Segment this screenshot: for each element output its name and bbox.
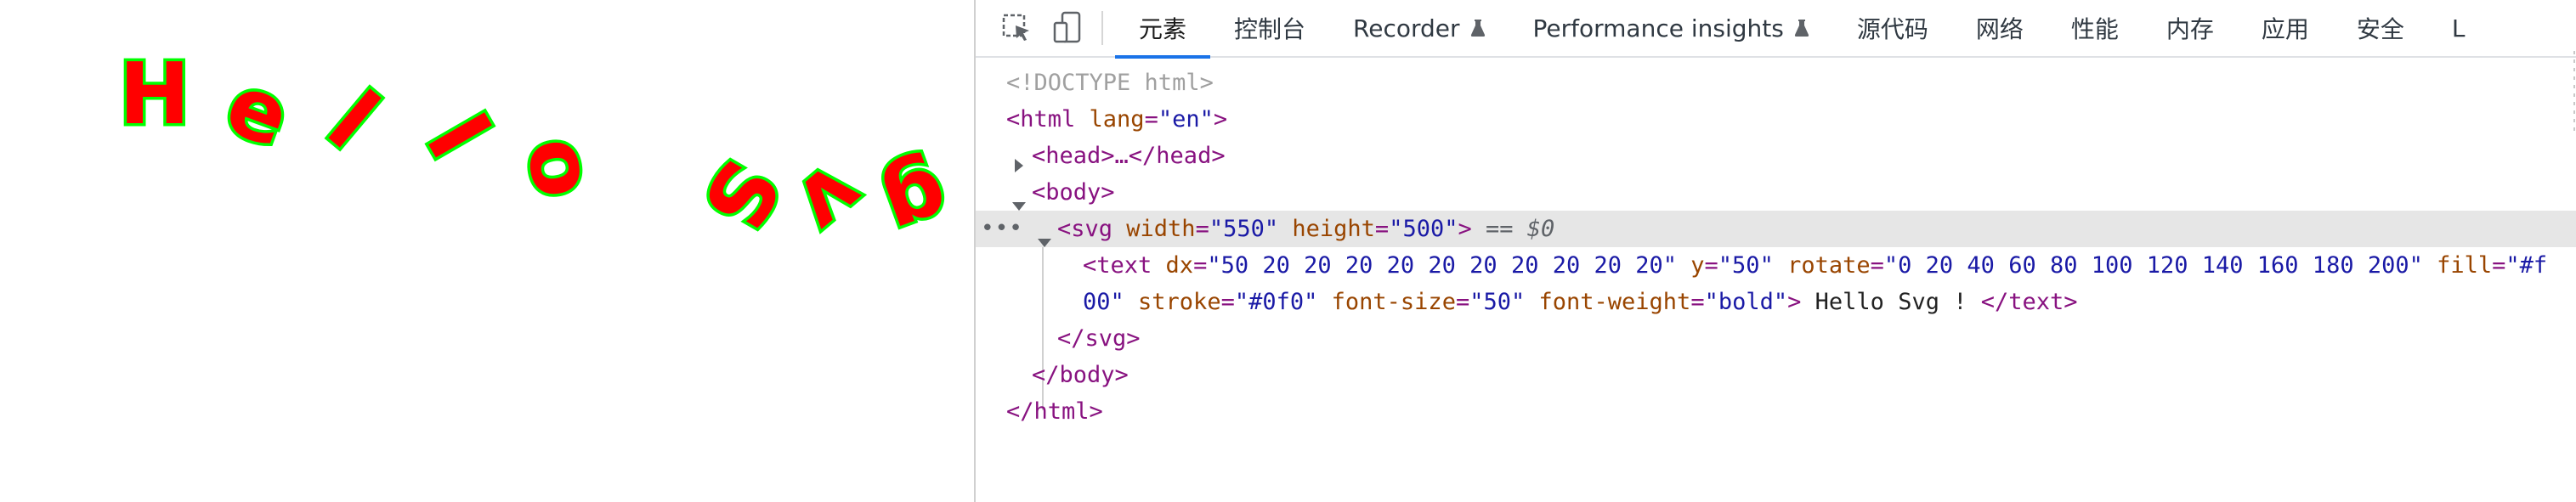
tab-label: 内存 bbox=[2166, 15, 2214, 43]
tree-node-svg[interactable]: ••• <svg width="550" height="500"> == $0 bbox=[976, 211, 2576, 247]
attr-name: width bbox=[1112, 216, 1196, 242]
flask-icon bbox=[1794, 19, 1809, 37]
attr-value: "500" bbox=[1389, 216, 1458, 242]
tag-name: <head>…</head> bbox=[1032, 143, 1226, 169]
tab-label: 元素 bbox=[1139, 15, 1187, 43]
page-viewport: HelloSvg! bbox=[0, 0, 976, 502]
toolbar-separator bbox=[1101, 11, 1103, 45]
tab-label: 性能 bbox=[2070, 15, 2119, 43]
devtools-panel: 元素 控制台 Recorder Performance insights 源代码… bbox=[976, 0, 2576, 502]
tag-name: </svg> bbox=[1057, 325, 1141, 352]
attr-value: "0 20 40 60 80 100 120 140 160 180 200" bbox=[1883, 252, 2423, 279]
attr-value: "#f bbox=[2505, 252, 2548, 279]
tab-label: 安全 bbox=[2356, 15, 2404, 43]
svg-glyph: S bbox=[682, 144, 799, 246]
attr-name: lang bbox=[1075, 106, 1145, 133]
tab-network[interactable]: 网络 bbox=[1952, 0, 2047, 57]
svg-glyph: e bbox=[214, 54, 303, 167]
svg-glyph: l bbox=[310, 73, 396, 168]
text-node-content: Hello Svg ! bbox=[1801, 289, 1981, 315]
tab-label: 网络 bbox=[1975, 15, 2024, 43]
tag-name: </html> bbox=[1006, 398, 1103, 425]
attr-name: rotate bbox=[1773, 252, 1871, 279]
tab-elements[interactable]: 元素 bbox=[1115, 0, 1211, 59]
elements-tree: <!DOCTYPE html> <html lang="en"> <head>…… bbox=[976, 58, 2576, 430]
attr-value: "50" bbox=[1469, 289, 1526, 315]
attr-value: "50" bbox=[1718, 252, 1774, 279]
tag-bracket: > bbox=[1787, 289, 1802, 315]
attr-value: 00" bbox=[1083, 289, 1124, 315]
attr-name: y bbox=[1677, 252, 1705, 279]
attr-name: dx bbox=[1152, 252, 1194, 279]
tag-bracket: > bbox=[1213, 106, 1228, 133]
tab-memory[interactable]: 内存 bbox=[2143, 0, 2238, 57]
tag-name: <text bbox=[1083, 252, 1152, 279]
browser-window: HelloSvg! 元素 控制台 Record bbox=[0, 0, 2576, 502]
tab-recorder[interactable]: Recorder bbox=[1329, 0, 1509, 57]
attr-value: "550" bbox=[1209, 216, 1279, 242]
devtools-toolbar: 元素 控制台 Recorder Performance insights 源代码… bbox=[976, 0, 2576, 59]
tab-label: 源代码 bbox=[1856, 15, 1928, 43]
svg-glyph: g bbox=[871, 144, 962, 258]
tab-label: L bbox=[2451, 14, 2466, 42]
tab-security[interactable]: 安全 bbox=[2333, 0, 2428, 57]
attr-value: "bold" bbox=[1704, 289, 1788, 315]
tag-name: <body> bbox=[1032, 179, 1115, 206]
tree-node-html[interactable]: <html lang="en"> bbox=[976, 101, 2576, 138]
svg-glyph: l bbox=[407, 99, 507, 174]
tab-performance[interactable]: 性能 bbox=[2047, 0, 2143, 57]
attr-value: "#0f0" bbox=[1234, 289, 1318, 315]
attr-name: font-weight bbox=[1525, 289, 1691, 315]
attr-name: font-size bbox=[1317, 289, 1456, 315]
attr-name: stroke bbox=[1124, 289, 1221, 315]
devtools-tabs: 元素 控制台 Recorder Performance insights 源代码… bbox=[1115, 0, 2489, 59]
tab-label: 控制台 bbox=[1234, 15, 1306, 43]
attr-name: fill bbox=[2422, 252, 2493, 279]
scrollbar-track[interactable] bbox=[2573, 51, 2576, 136]
attr-value: "50 20 20 20 20 20 20 20 20 20 20" bbox=[1207, 252, 1678, 279]
tag-bracket: > bbox=[1458, 216, 1472, 242]
attr-value: "en" bbox=[1158, 106, 1214, 133]
svg-glyph: H bbox=[119, 44, 190, 144]
svg-text-glyphs: HelloSvg! bbox=[116, 42, 965, 262]
tab-lighthouse[interactable]: L bbox=[2428, 0, 2489, 57]
console-ref-marker: == $0 bbox=[1471, 216, 1555, 242]
tag-name: </body> bbox=[1032, 362, 1129, 388]
tab-console[interactable]: 控制台 bbox=[1210, 0, 1329, 57]
attr-name: height bbox=[1278, 216, 1375, 242]
tag-name: </text> bbox=[1980, 289, 2078, 315]
tree-node-text[interactable]: <text dx="50 20 20 20 20 20 20 20 20 20 … bbox=[976, 247, 2576, 320]
doctype-text: <!DOCTYPE html> bbox=[1006, 70, 1214, 96]
tree-node-body-close[interactable]: </body> bbox=[976, 357, 2576, 393]
rendered-svg: HelloSvg! bbox=[116, 42, 965, 262]
tree-node-head[interactable]: <head>…</head> bbox=[976, 138, 2576, 174]
tag-name: <html bbox=[1006, 106, 1076, 133]
tag-name: <svg bbox=[1057, 216, 1113, 242]
tab-sources[interactable]: 源代码 bbox=[1833, 0, 1952, 57]
tree-node-body[interactable]: <body> bbox=[976, 174, 2576, 211]
tab-label: Performance insights bbox=[1532, 14, 1784, 42]
tab-application[interactable]: 应用 bbox=[2238, 0, 2333, 57]
tree-node-html-close[interactable]: </html> bbox=[976, 393, 2576, 430]
tab-performance-insights[interactable]: Performance insights bbox=[1509, 0, 1833, 57]
device-toggle-icon[interactable] bbox=[1042, 3, 1093, 54]
svg-glyph: o bbox=[507, 130, 614, 205]
tab-label: 应用 bbox=[2261, 15, 2309, 43]
more-options-icon[interactable]: ••• bbox=[981, 211, 1023, 247]
tree-node-doctype[interactable]: <!DOCTYPE html> bbox=[976, 65, 2576, 101]
inspect-element-icon[interactable] bbox=[991, 3, 1042, 54]
tab-label: Recorder bbox=[1353, 14, 1460, 42]
tree-node-svg-close[interactable]: </svg> bbox=[976, 320, 2576, 357]
flask-icon bbox=[1470, 19, 1486, 37]
